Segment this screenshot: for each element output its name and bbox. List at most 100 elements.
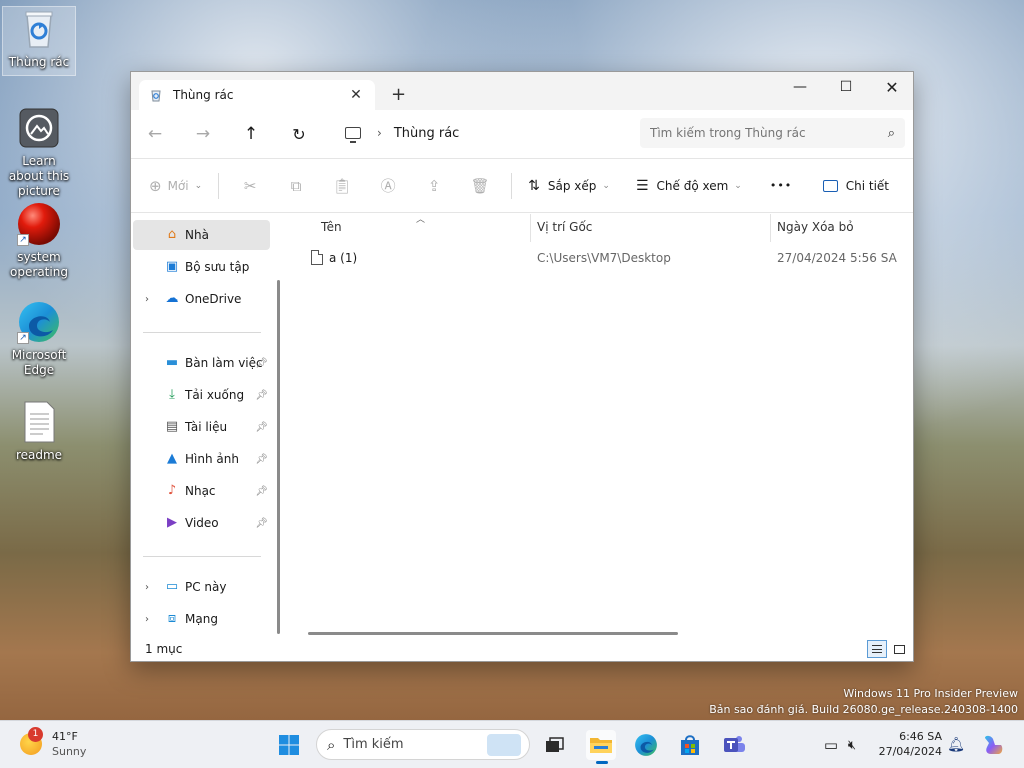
cut-icon[interactable]: ✂ (227, 177, 273, 195)
folder-icon (590, 738, 612, 753)
forward-button[interactable]: → (179, 124, 227, 144)
search-box[interactable]: ⌕ (640, 118, 905, 148)
start-button[interactable] (274, 730, 304, 760)
new-button[interactable]: ⊕ Mới ⌄ (149, 177, 202, 195)
taskbar: 1 41°F Sunny ⌕ Tìm kiếm ▭ 🔇︎ 6:46 SA 27/… (0, 720, 1024, 768)
store-bag-icon (681, 735, 699, 755)
command-bar: ⊕ Mới ⌄ ✂ ⧉ 📋︎ Ⓐ ⇪ 🗑︎ ⇅ Sắp xếp ⌄ ☰ Chế … (131, 158, 913, 213)
search-input[interactable] (650, 126, 870, 140)
nav-item-network[interactable]: › ⧈ Mạng (133, 604, 270, 634)
recycle-bin-icon (17, 7, 61, 51)
chevron-right-icon[interactable]: › (145, 294, 149, 305)
horizontal-scrollbar[interactable] (308, 632, 678, 635)
nav-item-music[interactable]: ♪ Nhạc 📌︎ (133, 476, 270, 506)
minimize-button[interactable]: — (777, 72, 823, 102)
speaker-muted-icon: 🔇︎ (847, 737, 857, 753)
plus-circle-icon: ⊕ (149, 176, 162, 195)
computer-icon (345, 127, 361, 143)
item-count: 1 mục (145, 642, 183, 656)
details-pane-button[interactable]: Chi tiết (822, 179, 889, 193)
desktop-icon-readme[interactable]: readme (2, 400, 76, 463)
column-divider[interactable] (530, 214, 531, 242)
pin-icon: 📌︎ (255, 517, 268, 529)
chevron-down-icon: ⌄ (734, 180, 742, 191)
desktop-icon-microsoft-edge[interactable]: ↗ Microsoft Edge (2, 300, 76, 378)
nav-item-documents[interactable]: ▤ Tài liệu 📌︎ (133, 412, 270, 442)
file-date-deleted: 27/04/2024 5:56 SA (777, 251, 897, 265)
weather-widget[interactable]: 1 41°F Sunny (20, 727, 86, 759)
clock-date: 27/04/2024 (878, 745, 942, 758)
share-icon[interactable]: ⇪ (411, 177, 457, 195)
clock-time: 6:46 SA (899, 730, 942, 743)
desktop-icon-recycle-bin[interactable]: Thùng rác (2, 6, 76, 76)
sort-button[interactable]: ⇅ Sắp xếp ⌄ (528, 178, 610, 194)
tiles-view-button[interactable] (889, 640, 909, 658)
search-icon: ⌕ (887, 125, 895, 141)
network-icon: ⧈ (167, 611, 177, 626)
copilot-button[interactable] (978, 730, 1008, 760)
maximize-button[interactable]: ☐ (823, 72, 869, 102)
shortcut-arrow-icon: ↗ (17, 234, 29, 246)
music-icon: ♪ (167, 483, 177, 498)
nav-item-home[interactable]: ⌂ Nhà (133, 220, 270, 250)
volume-button[interactable]: 🔇︎ (840, 730, 864, 760)
task-view-icon (546, 737, 564, 752)
picture-icon: ▲ (167, 451, 177, 466)
table-row[interactable]: a (1) C:\Users\VM7\Desktop 27/04/2024 5:… (286, 246, 913, 270)
nav-item-onedrive[interactable]: › ☁ OneDrive (133, 284, 270, 314)
column-name[interactable]: Tên (321, 220, 342, 234)
weather-temperature: 41°F (52, 730, 78, 743)
rename-icon[interactable]: Ⓐ (365, 175, 411, 196)
column-date-deleted[interactable]: Ngày Xóa bỏ (777, 220, 854, 234)
notifications-button[interactable]: 🔔︎ (944, 730, 968, 760)
chevron-right-icon[interactable]: › (145, 582, 149, 593)
taskbar-file-explorer[interactable] (586, 730, 616, 764)
chevron-down-icon: ⌄ (602, 180, 610, 191)
view-button[interactable]: ☰ Chế độ xem ⌄ (636, 178, 742, 194)
nav-item-this-pc[interactable]: › ▭ PC này (133, 572, 270, 602)
red-ball-icon: ↗ (17, 202, 61, 246)
navigation-bar: ← → ↑ ↻ › Thùng rác ⌕ (131, 110, 913, 158)
toolbar-divider (218, 172, 220, 199)
address-bar[interactable]: › Thùng rác (335, 118, 631, 148)
nav-item-pictures[interactable]: ▲ Hình ảnh 📌︎ (133, 444, 270, 474)
close-button[interactable]: ✕ (869, 72, 913, 102)
taskbar-microsoft-store[interactable] (675, 730, 705, 760)
taskbar-teams[interactable] (719, 730, 749, 760)
task-view-button[interactable] (540, 730, 570, 760)
taskbar-edge[interactable] (631, 730, 661, 760)
document-icon: ▤ (165, 419, 179, 434)
tab-recycle-bin[interactable]: Thùng rác ✕ (139, 80, 375, 110)
back-button[interactable]: ← (131, 124, 179, 144)
nav-pane-scrollbar[interactable] (277, 280, 280, 634)
taskbar-search-box[interactable]: ⌕ Tìm kiếm (316, 729, 530, 760)
desktop-icon-system-operating[interactable]: ↗ system operating (2, 202, 76, 280)
edge-icon: ↗ (17, 300, 61, 344)
system-clock[interactable]: 6:46 SA 27/04/2024 (879, 729, 942, 759)
desktop-icon-learn-about-picture[interactable]: Learn about this picture (2, 106, 76, 199)
refresh-button[interactable]: ↻ (275, 125, 323, 144)
recycle-bin-icon (151, 90, 161, 102)
details-view-button[interactable] (867, 640, 887, 658)
nav-item-video[interactable]: ▶ Video 📌︎ (133, 508, 270, 538)
nav-item-downloads[interactable]: ⤓ Tải xuống 📌︎ (133, 380, 270, 410)
details-pane-icon (822, 179, 838, 192)
up-button[interactable]: ↑ (227, 124, 275, 144)
nav-item-desktop[interactable]: ▬ Bàn làm việc 📌︎ (133, 348, 270, 378)
paste-icon[interactable]: 📋︎ (319, 177, 365, 195)
copy-icon[interactable]: ⧉ (273, 177, 319, 195)
column-header-row: ︿ Tên Vị trí Gốc Ngày Xóa bỏ (286, 214, 913, 242)
search-highlight-icon (487, 734, 521, 756)
tab-close-icon[interactable]: ✕ (347, 87, 365, 103)
nav-divider (143, 332, 261, 333)
desktop-icon-label: system operating (10, 250, 68, 279)
column-original-location[interactable]: Vị trí Gốc (537, 220, 592, 234)
more-options-button[interactable]: ••• (770, 179, 792, 192)
chevron-right-icon[interactable]: › (145, 614, 149, 625)
tab-title: Thùng rác (173, 88, 234, 102)
breadcrumb-recycle-bin[interactable]: Thùng rác (394, 126, 460, 141)
new-tab-button[interactable]: + (391, 84, 406, 105)
nav-item-gallery[interactable]: ▣ Bộ sưu tập (133, 252, 270, 282)
delete-icon[interactable]: 🗑︎ (457, 177, 503, 195)
column-divider[interactable] (770, 214, 771, 242)
